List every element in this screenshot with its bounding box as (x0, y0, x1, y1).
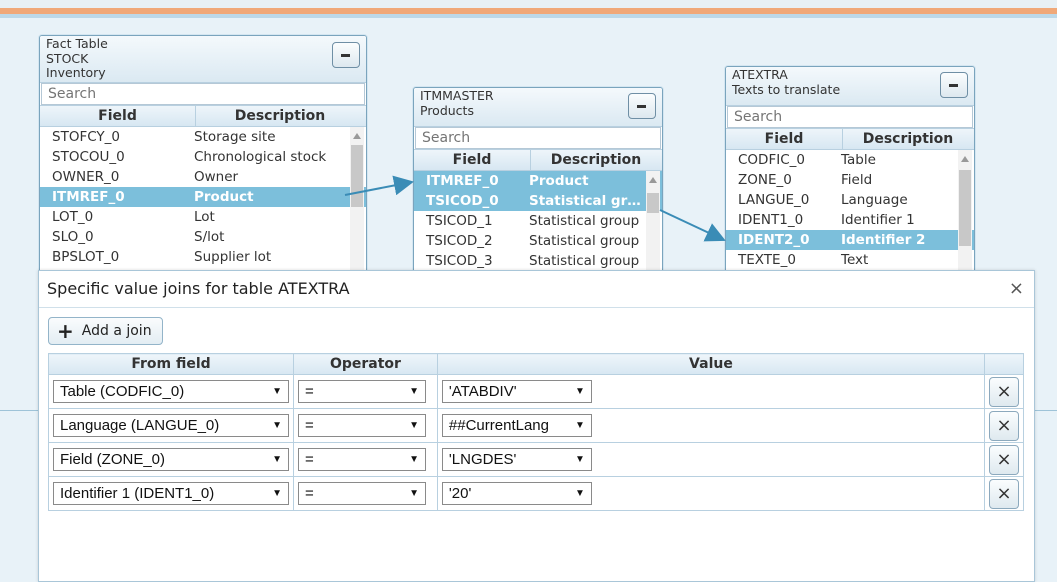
chevron-down-icon[interactable]: ▼ (409, 488, 419, 499)
chevron-down-icon[interactable]: ▼ (575, 488, 585, 499)
operator-value: = (305, 485, 314, 502)
chevron-down-icon[interactable]: ▼ (272, 420, 282, 431)
operator-select[interactable]: = ▼ (298, 448, 426, 471)
plus-icon: + (57, 319, 74, 343)
operator-select[interactable]: = ▼ (298, 482, 426, 505)
join-row: Table (CODFIC_0) ▼ = ▼ 'ATABDIV' ▼ × (48, 374, 1025, 409)
value-cell: ##CurrentLang ▼ (436, 408, 985, 443)
dialog-title: Specific value joins for table ATEXTRA (47, 279, 350, 298)
chevron-down-icon[interactable]: ▼ (409, 454, 419, 465)
operator-value: = (305, 417, 314, 434)
add-join-label: Add a join (81, 323, 152, 339)
remove-cell: × (983, 408, 1025, 443)
remove-join-button[interactable]: × (989, 376, 1019, 407)
operator-select[interactable]: = ▼ (298, 414, 426, 437)
from-field-cell: Language (LANGUE_0) ▼ (48, 408, 294, 443)
from-field-value: Identifier 1 (IDENT1_0) (60, 485, 215, 502)
value-value: 'LNGDES' (448, 451, 517, 468)
add-join-button[interactable]: + Add a join (48, 317, 163, 345)
from-field-value: Field (ZONE_0) (60, 451, 166, 468)
col-header-operator: Operator (293, 353, 438, 375)
from-field-value: Table (CODFIC_0) (60, 383, 185, 400)
value-cell: 'LNGDES' ▼ (436, 442, 985, 477)
chevron-down-icon[interactable]: ▼ (575, 454, 585, 465)
col-header-actions (983, 353, 1025, 375)
from-field-select[interactable]: Language (LANGUE_0) ▼ (53, 414, 289, 437)
from-field-cell: Table (CODFIC_0) ▼ (48, 374, 294, 409)
operator-cell: = ▼ (293, 476, 438, 511)
remove-join-button[interactable]: × (989, 444, 1019, 475)
col-header-from-field: From field (48, 353, 294, 375)
join-row: Identifier 1 (IDENT1_0) ▼ = ▼ '20' ▼ × (48, 476, 1025, 511)
from-field-select[interactable]: Table (CODFIC_0) ▼ (53, 380, 289, 403)
chevron-down-icon[interactable]: ▼ (409, 386, 419, 397)
operator-cell: = ▼ (293, 408, 438, 443)
join-row: Language (LANGUE_0) ▼ = ▼ ##CurrentLang ▼ × (48, 408, 1025, 443)
remove-cell: × (983, 442, 1025, 477)
remove-join-button[interactable]: × (989, 410, 1019, 441)
value-cell: '20' ▼ (436, 476, 985, 511)
operator-value: = (305, 451, 314, 468)
remove-join-button[interactable]: × (989, 478, 1019, 509)
value-select[interactable]: 'LNGDES' ▼ (441, 448, 592, 471)
joins-table: From field Operator Value Table (CODFIC_… (48, 353, 1025, 511)
remove-cell: × (983, 374, 1025, 409)
join-link-line[interactable] (659, 209, 726, 242)
chevron-down-icon[interactable]: ▼ (272, 454, 282, 465)
chevron-down-icon[interactable]: ▼ (272, 386, 282, 397)
chevron-down-icon[interactable]: ▼ (575, 386, 585, 397)
value-cell: 'ATABDIV' ▼ (436, 374, 985, 409)
value-value: 'ATABDIV' (448, 383, 517, 400)
operator-cell: = ▼ (293, 374, 438, 409)
value-value: ##CurrentLang (448, 417, 549, 434)
value-select[interactable]: '20' ▼ (441, 482, 592, 505)
from-field-select[interactable]: Identifier 1 (IDENT1_0) ▼ (53, 482, 289, 505)
dialog-title-bar: Specific value joins for table ATEXTRA × (39, 271, 1034, 308)
from-field-select[interactable]: Field (ZONE_0) ▼ (53, 448, 289, 471)
chevron-down-icon[interactable]: ▼ (575, 420, 585, 431)
chevron-down-icon[interactable]: ▼ (272, 488, 282, 499)
chevron-down-icon[interactable]: ▼ (409, 420, 419, 431)
join-link-line[interactable] (344, 175, 414, 196)
from-field-cell: Field (ZONE_0) ▼ (48, 442, 294, 477)
from-field-cell: Identifier 1 (IDENT1_0) ▼ (48, 476, 294, 511)
from-field-value: Language (LANGUE_0) (60, 417, 220, 434)
operator-cell: = ▼ (293, 442, 438, 477)
join-row: Field (ZONE_0) ▼ = ▼ 'LNGDES' ▼ × (48, 442, 1025, 477)
value-value: '20' (448, 485, 472, 502)
value-joins-dialog: Specific value joins for table ATEXTRA ×… (38, 270, 1035, 582)
close-icon[interactable]: × (1009, 271, 1024, 307)
operator-select[interactable]: = ▼ (298, 380, 426, 403)
remove-cell: × (983, 476, 1025, 511)
col-header-value: Value (436, 353, 985, 375)
value-select[interactable]: ##CurrentLang ▼ (441, 414, 592, 437)
operator-value: = (305, 383, 314, 400)
value-select[interactable]: 'ATABDIV' ▼ (441, 380, 592, 403)
